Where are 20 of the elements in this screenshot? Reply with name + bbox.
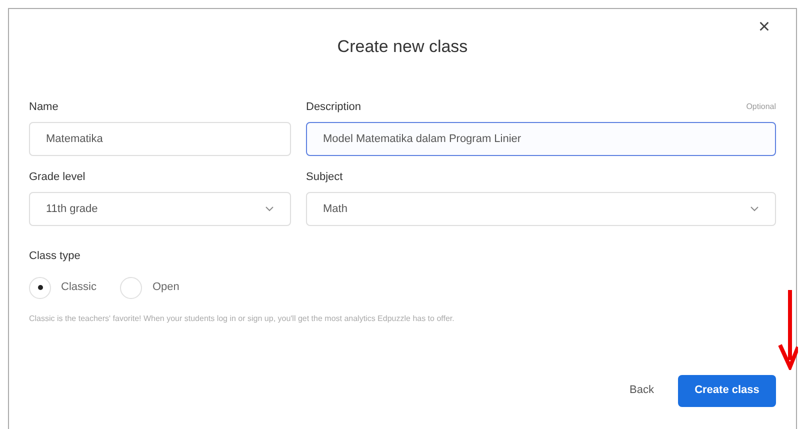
close-button[interactable]: × <box>758 17 770 37</box>
radio-option[interactable]: Open <box>120 276 180 298</box>
create-class-button[interactable]: Create class <box>678 374 776 406</box>
input-field[interactable]: Matematika <box>29 122 291 156</box>
chevron-down-icon <box>750 206 759 212</box>
field-label: Name <box>29 100 58 115</box>
field-label: Description <box>306 100 362 115</box>
chevron-down-icon <box>265 206 274 212</box>
select-field[interactable]: Math <box>306 192 776 226</box>
help-text: Classic is the teachers' favorite! When your students log in or sign up, you'll get the most analytics Edpuzzle has to offer. <box>29 312 456 324</box>
radio-option[interactable]: Classic <box>29 276 96 298</box>
input-field[interactable]: Model Matematika dalam Program Linier <box>306 122 776 156</box>
dialog-title: Create new class <box>337 36 468 58</box>
section-label: Class type <box>29 249 82 264</box>
back-button[interactable]: Back <box>630 382 654 399</box>
optional-label: Optional <box>746 101 776 113</box>
field-label: Grade level <box>29 170 86 185</box>
arrow-annotation-icon <box>778 290 798 370</box>
field-label: Subject <box>306 170 343 185</box>
select-field[interactable]: 11th grade <box>29 192 291 226</box>
